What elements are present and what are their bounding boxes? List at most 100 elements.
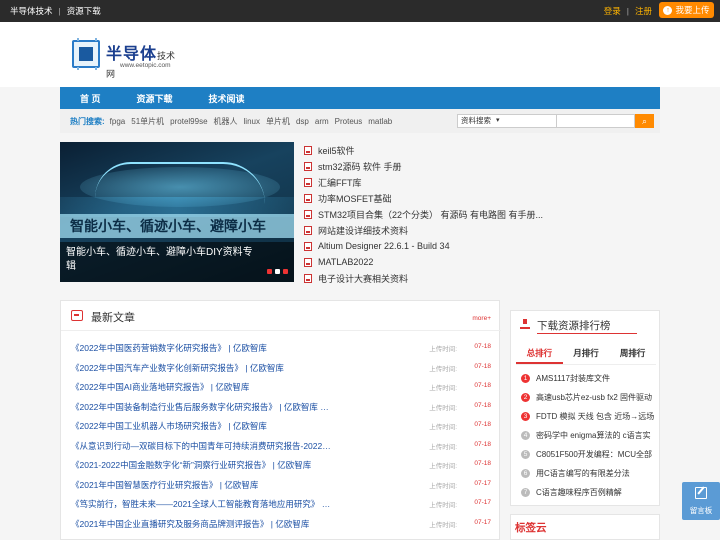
article-row[interactable]: 《2022年中国AI商业落地研究报告》 | 亿欧智库 上传时间: 07-18 bbox=[71, 376, 495, 396]
hot-keyword[interactable]: dsp bbox=[296, 117, 309, 126]
carousel-dot[interactable] bbox=[267, 269, 272, 274]
hot-keyword[interactable]: 51单片机 bbox=[131, 116, 164, 127]
nav-reading[interactable]: 技术阅读 bbox=[191, 92, 263, 105]
hot-keyword[interactable]: protel99se bbox=[170, 117, 207, 126]
resource-item[interactable]: 网站建设详细技术资料 bbox=[304, 222, 544, 238]
hot-keyword[interactable]: 单片机 bbox=[266, 116, 290, 127]
hot-keyword[interactable]: Proteus bbox=[335, 117, 363, 126]
hot-keyword[interactable]: linux bbox=[244, 117, 260, 126]
rank-title: FDTD 模拟 天线 包含 近场→远场 bbox=[536, 412, 655, 421]
article-row[interactable]: 《2022年中国工业机器人市场研究报告》 | 亿欧智库 上传时间: 07-18 bbox=[71, 415, 495, 435]
rank-number: 5 bbox=[521, 450, 530, 459]
article-title[interactable]: 《2021年中国企业直播研究及服务商品牌测评报告》 | 亿欧智库 bbox=[71, 518, 331, 530]
article-date: 07-17 bbox=[474, 499, 491, 506]
rank-number: 4 bbox=[521, 431, 530, 440]
latest-articles-panel: 最新文章 more+ 《2022年中国医药营销数字化研究报告》 | 亿欧智库 上传… bbox=[60, 300, 501, 540]
article-title[interactable]: 《从意识到行动—双碳目标下的中国青年可持续消费研究报告-2022》... bbox=[71, 440, 331, 452]
banner-carousel[interactable]: 智能小车、循迹小车、避障小车 智能小车、循迹小车、避障小车DIY资料专辑 bbox=[60, 142, 294, 282]
rank-number: 2 bbox=[521, 393, 530, 402]
article-title[interactable]: 《2021-2022中国金融数字化“新”洞察行业研究报告》 | 亿欧智库 bbox=[71, 459, 331, 471]
article-title[interactable]: 《2021年中国智慧医疗行业研究报告》 | 亿欧智库 bbox=[71, 479, 331, 491]
edit-icon bbox=[695, 487, 707, 499]
rank-title: C语言趣味程序百例精解 bbox=[536, 488, 622, 497]
resource-item[interactable]: stm32源码 软件 手册 bbox=[304, 158, 544, 174]
top-bar: 半导体技术 | 资源下载 登录 | 注册 ↑ 我要上传 bbox=[0, 0, 720, 22]
date-label: 上传时间: bbox=[429, 482, 457, 490]
article-row[interactable]: 《2022年中国汽车产业数字化创新研究报告》 | 亿欧智库 上传时间: 07-18 bbox=[71, 357, 495, 377]
hot-keyword[interactable]: arm bbox=[315, 117, 329, 126]
ranking-tabs: 总排行 月排行 周排行 bbox=[516, 341, 656, 365]
resource-item[interactable]: keil5软件 bbox=[304, 142, 544, 158]
article-title[interactable]: 《2022年中国装备制造行业售后服务数字化研究报告》 | 亿欧智库 X 瑞云 bbox=[71, 401, 331, 413]
article-row[interactable]: 《2021年中国企业直播研究及服务商品牌测评报告》 | 亿欧智库 上传时间: 07-… bbox=[71, 513, 495, 533]
resource-item[interactable]: STM32项目合集（22个分类） 有源码 有电路图 有手册... bbox=[304, 206, 544, 222]
date-label: 上传时间: bbox=[429, 502, 457, 509]
article-title[interactable]: 《2022年中国AI商业落地研究报告》 | 亿欧智库 bbox=[71, 381, 331, 393]
main-nav: 首 页 资源下载 技术阅读 bbox=[60, 87, 660, 109]
resource-item[interactable]: 功率MOSFET基础 bbox=[304, 190, 544, 206]
tab-weekly[interactable]: 周排行 bbox=[609, 341, 656, 364]
article-row[interactable]: 《2022年中国医药营销数字化研究报告》 | 亿欧智库 上传时间: 07-18 bbox=[71, 337, 495, 357]
tab-total[interactable]: 总排行 bbox=[516, 341, 563, 364]
article-title[interactable]: 《2022年中国汽车产业数字化创新研究报告》 | 亿欧智库 bbox=[71, 362, 331, 374]
resource-item[interactable]: 汇编FFT库 bbox=[304, 174, 544, 190]
article-date: 07-17 bbox=[474, 479, 491, 487]
search-type-select[interactable]: 资料搜索 bbox=[457, 114, 557, 128]
search-input[interactable] bbox=[557, 114, 635, 128]
resource-item[interactable]: MATLAB2022 bbox=[304, 254, 544, 270]
pdf-icon bbox=[304, 225, 312, 235]
rank-title: 用C语言编写的有限差分法 bbox=[536, 469, 630, 478]
feedback-button[interactable]: 留言板 bbox=[682, 482, 720, 520]
ranking-item[interactable]: 3 FDTD 模拟 天线 包含 近场→远场 bbox=[521, 407, 656, 426]
date-label: 上传时间: bbox=[429, 463, 457, 470]
nav-home[interactable]: 首 页 bbox=[60, 92, 119, 105]
top-link-semiconductor[interactable]: 半导体技术 bbox=[10, 5, 53, 17]
rank-number: 6 bbox=[521, 469, 530, 478]
ranking-item[interactable]: 6 用C语言编写的有限差分法 bbox=[521, 464, 656, 483]
pdf-icon bbox=[304, 145, 312, 155]
top-link-downloads[interactable]: 资源下载 bbox=[67, 5, 101, 17]
more-link[interactable]: more+ bbox=[472, 315, 491, 322]
nav-downloads[interactable]: 资源下载 bbox=[119, 92, 191, 105]
upload-button[interactable]: ↑ 我要上传 bbox=[659, 2, 714, 18]
ranking-item[interactable]: 2 高速usb芯片ez-usb fx2 固件驱动 bbox=[521, 388, 656, 407]
hot-keyword[interactable]: 机器人 bbox=[214, 116, 238, 127]
logo-title: 半导体技术网 bbox=[106, 46, 176, 79]
login-link[interactable]: 登录 bbox=[604, 5, 621, 17]
tab-monthly[interactable]: 月排行 bbox=[563, 341, 610, 364]
carousel-dot[interactable] bbox=[275, 269, 280, 274]
article-row[interactable]: 《2021年中国智慧医疗行业研究报告》 | 亿欧智库 上传时间: 07-17 bbox=[71, 474, 495, 494]
hot-search-bar: 热门搜索: fpga 51单片机 protel99se 机器人 linux 单片… bbox=[60, 109, 660, 133]
feedback-label: 留言板 bbox=[689, 506, 713, 515]
article-date: 07-17 bbox=[474, 518, 491, 526]
carousel-dot[interactable] bbox=[283, 269, 288, 274]
search-icon: ⌕ bbox=[641, 116, 648, 126]
logo-url: www.eetopic.com bbox=[120, 62, 171, 69]
title-underline bbox=[537, 333, 637, 334]
ranking-item[interactable]: 5 C8051F500开发编程：MCU全部 bbox=[521, 445, 656, 464]
ranking-item[interactable]: 7 C语言趣味程序百例精解 bbox=[521, 483, 656, 502]
resource-item[interactable]: 电子设计大赛相关资料 bbox=[304, 270, 544, 286]
rank-title: C8051F500开发编程：MCU全部 bbox=[536, 450, 653, 459]
ranking-item[interactable]: 4 密码学中 enigma算法的 c语言实 bbox=[521, 426, 656, 445]
site-header: 半导体技术网 www.eetopic.com bbox=[0, 22, 720, 87]
hot-keyword[interactable]: matlab bbox=[368, 117, 392, 126]
ranking-item[interactable]: 1 AMS1117封装库文件 bbox=[521, 369, 656, 388]
banner-caption[interactable]: 智能小车、循迹小车、避障小车DIY资料专辑 bbox=[66, 246, 256, 274]
article-title[interactable]: 《2022年中国医药营销数字化研究报告》 | 亿欧智库 bbox=[71, 342, 331, 354]
article-row[interactable]: 《2022年中国装备制造行业售后服务数字化研究报告》 | 亿欧智库 X 瑞云 上传… bbox=[71, 396, 495, 416]
article-row[interactable]: 《笃实前行，智胜未来——2021全球人工智能教育落地应用研究》 | 亿... 上传… bbox=[71, 493, 495, 513]
article-title[interactable]: 《笃实前行，智胜未来——2021全球人工智能教育落地应用研究》 | 亿... bbox=[71, 498, 331, 510]
article-row[interactable]: 《从意识到行动—双碳目标下的中国青年可持续消费研究报告-2022》... 上传时间… bbox=[71, 435, 495, 455]
resource-item[interactable]: Altium Designer 22.6.1 - Build 34 bbox=[304, 238, 544, 254]
ranking-header: 下载资源排行榜 bbox=[511, 311, 661, 337]
article-title[interactable]: 《2022年中国工业机器人市场研究报告》 | 亿欧智库 bbox=[71, 420, 331, 432]
register-link[interactable]: 注册 bbox=[635, 5, 652, 17]
date-label: 上传时间: bbox=[429, 346, 457, 353]
date-label: 上传时间: bbox=[429, 521, 457, 529]
article-row[interactable]: 《2021-2022中国金融数字化“新”洞察行业研究报告》 | 亿欧智库 上传时间… bbox=[71, 454, 495, 474]
hot-keyword[interactable]: fpga bbox=[110, 117, 126, 126]
site-logo[interactable]: 半导体技术网 www.eetopic.com bbox=[70, 38, 180, 79]
search-button[interactable]: ⌕ bbox=[635, 114, 654, 128]
date-label: 上传时间: bbox=[429, 424, 457, 431]
